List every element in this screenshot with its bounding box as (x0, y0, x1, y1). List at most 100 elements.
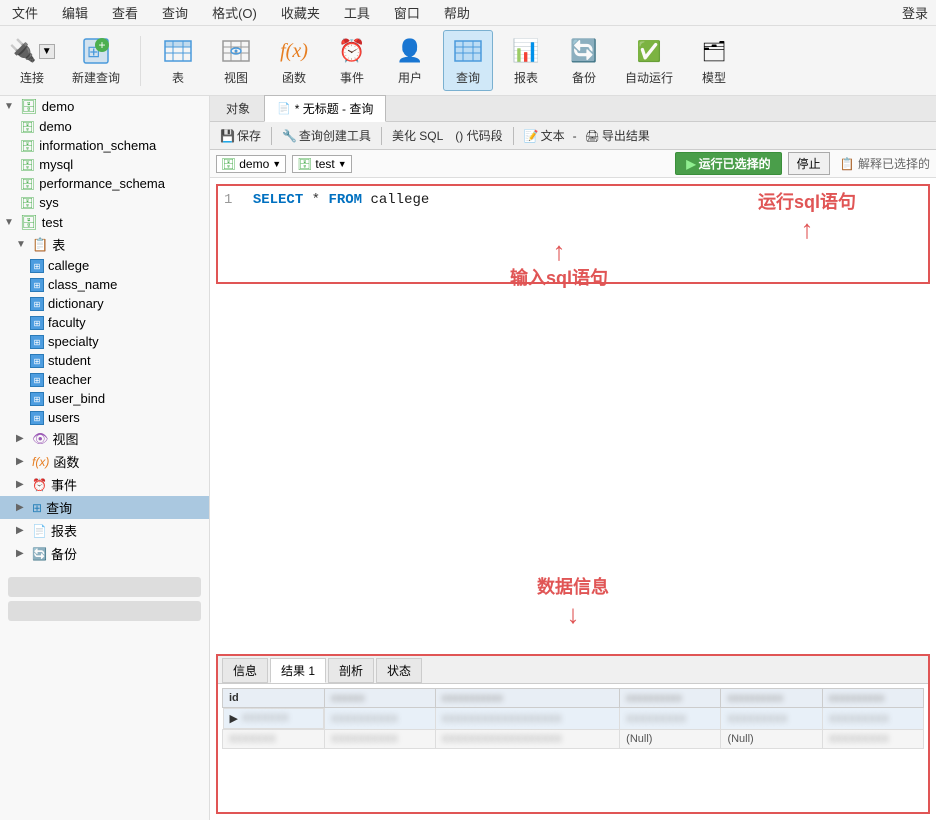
sidebar-item-label: sys (39, 195, 59, 210)
sidebar-item-faculty[interactable]: ⊞ faculty (0, 313, 209, 332)
tab-result1[interactable]: 结果 1 (270, 658, 326, 683)
sidebar-item-information-schema[interactable]: 🗄 information_schema (0, 136, 209, 155)
sidebar-item-demo-db[interactable]: ▼ 🗄 demo (0, 96, 209, 117)
sidebar-item-performance-schema[interactable]: 🗄 performance_schema (0, 174, 209, 193)
sidebar-item-teacher[interactable]: ⊞ teacher (0, 370, 209, 389)
sidebar-item-reports[interactable]: ▶ 📄 报表 (0, 519, 209, 542)
code-segment-button[interactable]: () 代码段 (451, 126, 506, 145)
event-button[interactable]: ⏰ 事件 (327, 31, 377, 90)
collapse-arrow[interactable]: ▶ (16, 525, 28, 536)
sidebar-item-backup[interactable]: ▶ 🔄 备份 (0, 542, 209, 565)
menu-file[interactable]: 文件 (8, 1, 42, 24)
collapse-arrow[interactable]: ▶ (16, 433, 28, 444)
autorun-button[interactable]: ✅ 自动运行 (617, 31, 681, 90)
db1-selector[interactable]: 🗄 demo ▼ (216, 155, 286, 173)
report-icon: 📄 (32, 524, 47, 538)
stop-button[interactable]: 停止 (788, 152, 830, 175)
run-button[interactable]: ▶ 运行已选择的 (675, 152, 781, 175)
view-button[interactable]: 视图 (211, 31, 261, 90)
table-icon: ⊞ (30, 316, 44, 330)
new-query-button[interactable]: ⊞ + 新建查询 (64, 31, 128, 90)
menu-format[interactable]: 格式(O) (208, 1, 261, 24)
sidebar-item-events[interactable]: ▶ ⏰ 事件 (0, 473, 209, 496)
sidebar-item-label: 报表 (51, 521, 77, 540)
explain-icon: 📋 (840, 157, 855, 171)
sidebar-item-queries[interactable]: ▶ ⊞ 查询 (0, 496, 209, 519)
db2-selector[interactable]: 🗄 test ▼ (292, 155, 352, 173)
explain-button[interactable]: 📋 解释已选择的 (840, 155, 930, 172)
model-button[interactable]: 🗂 模型 (689, 31, 739, 90)
sidebar-item-users[interactable]: ⊞ users (0, 408, 209, 427)
beautify-label: 美化 SQL (392, 127, 443, 144)
database-icon: 🗄 (20, 120, 35, 134)
menu-favorites[interactable]: 收藏夹 (277, 1, 324, 24)
toolbar-separator (381, 127, 382, 145)
code-editor[interactable]: 1 SELECT * FROM callege (216, 184, 930, 284)
text-button[interactable]: 📝 文本 (520, 126, 569, 145)
sidebar-db-label: test (42, 215, 63, 230)
create-tool-label: 查询创建工具 (299, 127, 371, 144)
tab-query[interactable]: 📄 * 无标题 - 查询 (264, 95, 386, 122)
collapse-arrow[interactable]: ▼ (16, 239, 28, 250)
sidebar-item-class-name[interactable]: ⊞ class_name (0, 275, 209, 294)
tab-profiling[interactable]: 剖析 (328, 658, 374, 683)
cell: (Null) (620, 730, 721, 749)
save-button[interactable]: 💾 保存 (216, 126, 265, 145)
backup-button[interactable]: 🔄 备份 (559, 31, 609, 90)
menu-help[interactable]: 帮助 (440, 1, 474, 24)
sidebar-db-label: demo (42, 99, 75, 114)
login-button[interactable]: 登录 (902, 3, 928, 22)
collapse-arrow[interactable]: ▶ (16, 502, 28, 513)
tab-status[interactable]: 状态 (376, 658, 422, 683)
sidebar-item-student[interactable]: ⊞ student (0, 351, 209, 370)
user-button[interactable]: 👤 用户 (385, 31, 435, 90)
view-icon (220, 35, 252, 67)
collapse-arrow[interactable]: ▶ (16, 548, 28, 559)
sidebar-item-callege[interactable]: ⊞ callege (0, 256, 209, 275)
sidebar-item-user-bind[interactable]: ⊞ user_bind (0, 389, 209, 408)
menu-view[interactable]: 查看 (108, 1, 142, 24)
main-layout: ▼ 🗄 demo 🗄 demo 🗄 information_schema 🗄 m… (0, 96, 936, 820)
collapse-arrow[interactable]: ▶ (16, 456, 28, 467)
collapse-arrow[interactable]: ▼ (4, 101, 16, 112)
sidebar-item-demo[interactable]: 🗄 demo (0, 117, 209, 136)
menu-query[interactable]: 查询 (158, 1, 192, 24)
connect-button[interactable]: 🔌 ▼ 连接 (8, 31, 56, 90)
toolbar-separator (271, 127, 272, 145)
table-label: 表 (172, 69, 184, 86)
function-button[interactable]: f(x) 函数 (269, 31, 319, 90)
menu-bar: 文件 编辑 查看 查询 格式(O) 收藏夹 工具 窗口 帮助 登录 (0, 0, 936, 26)
sidebar-item-specialty[interactable]: ⊞ specialty (0, 332, 209, 351)
sidebar-item-tables-folder[interactable]: ▼ 📋 表 (0, 233, 209, 256)
query-button[interactable]: 查询 (443, 30, 493, 91)
database-icon: 🗄 (20, 98, 38, 115)
menu-window[interactable]: 窗口 (390, 1, 424, 24)
menu-tools[interactable]: 工具 (340, 1, 374, 24)
col-6: xxxxxxxxxx (822, 689, 923, 708)
sidebar-item-label: performance_schema (39, 176, 165, 191)
tab-objects[interactable]: 对象 (214, 96, 262, 121)
report-button[interactable]: 📊 报表 (501, 31, 551, 90)
beautify-button[interactable]: 美化 SQL (388, 126, 447, 145)
sidebar-item-test-db[interactable]: ▼ 🗄 test (0, 212, 209, 233)
sidebar-item-label: dictionary (48, 296, 104, 311)
collapse-arrow[interactable]: ▶ (16, 479, 28, 490)
sidebar-item-functions[interactable]: ▶ f(x) 函数 (0, 450, 209, 473)
collapse-arrow[interactable]: ▼ (4, 217, 16, 228)
col-5: xxxxxxxxxx (721, 689, 822, 708)
new-query-label: 新建查询 (72, 69, 120, 86)
sidebar-item-dictionary[interactable]: ⊞ dictionary (0, 294, 209, 313)
create-tool-button[interactable]: 🔧 查询创建工具 (278, 126, 375, 145)
table-icon (162, 35, 194, 67)
tab-info[interactable]: 信息 (222, 658, 268, 683)
menu-edit[interactable]: 编辑 (58, 1, 92, 24)
sidebar-item-sys[interactable]: 🗄 sys (0, 193, 209, 212)
table-button[interactable]: 表 (153, 31, 203, 90)
db2-label: test (315, 157, 334, 171)
autorun-icon: ✅ (633, 35, 665, 67)
sidebar-item-views[interactable]: ▶ 👁 视图 (0, 427, 209, 450)
sql-from-keyword: FROM (328, 192, 362, 208)
sidebar-item-label: class_name (48, 277, 117, 292)
export-button[interactable]: 🖨 导出结果 (581, 126, 654, 145)
sidebar-item-mysql[interactable]: 🗄 mysql (0, 155, 209, 174)
